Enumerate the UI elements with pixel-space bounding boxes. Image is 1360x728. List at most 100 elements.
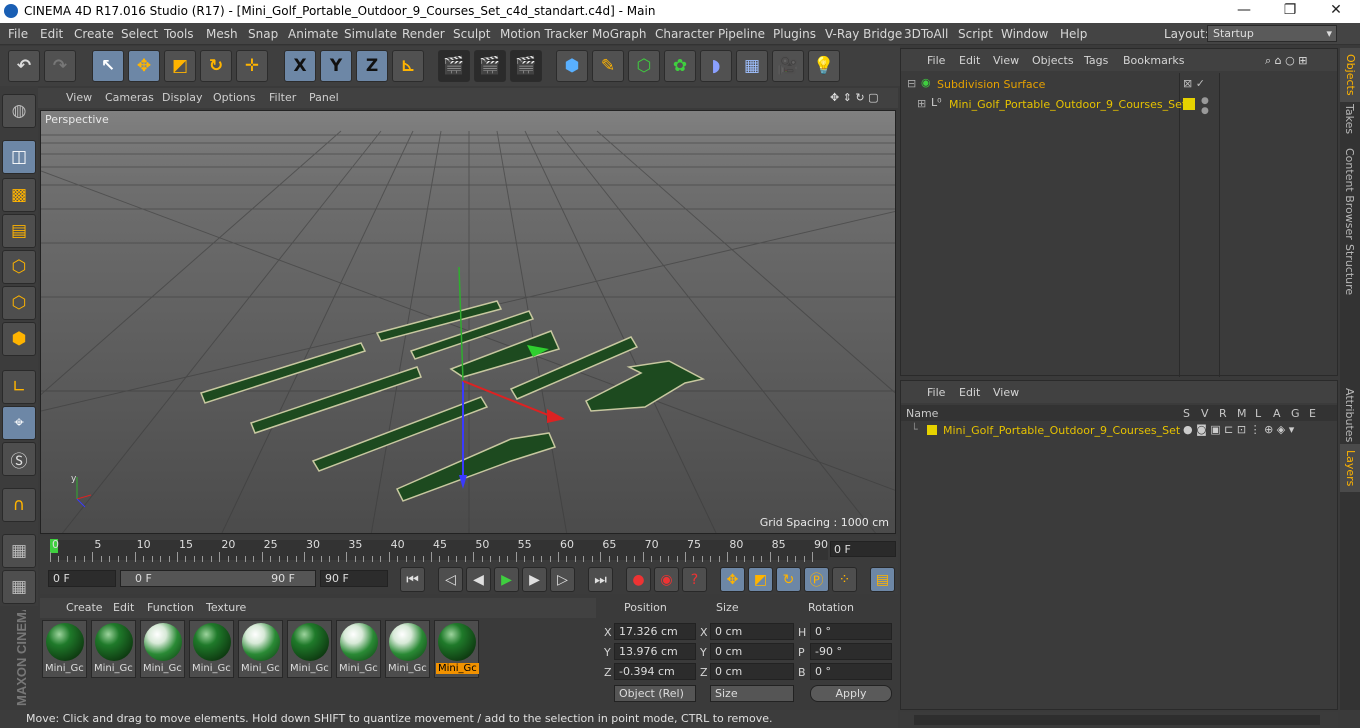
edges-mode-icon[interactable]: ⬡ (2, 286, 36, 320)
material-swatch[interactable]: Mini_Gc (42, 620, 87, 678)
material-swatch[interactable]: Mini_Gc (336, 620, 381, 678)
menu-vray-bridge[interactable]: V-Ray Bridge (825, 27, 902, 41)
tab-content-browser[interactable]: Content Browser (1343, 148, 1356, 240)
menu-simulate[interactable]: Simulate (344, 27, 397, 41)
timeline-ruler[interactable]: 0 5 10 15 20 25 30 35 40 45 50 55 60 65 70 75 80 85 90 (40, 536, 898, 564)
tweak-mode-icon[interactable]: ⌖ (2, 406, 36, 440)
live-selection-icon[interactable]: ↖ (92, 50, 124, 82)
menu-sculpt[interactable]: Sculpt (453, 27, 490, 41)
y-axis-button[interactable]: Y (320, 50, 352, 82)
vp-menu-options[interactable]: Options (213, 91, 255, 104)
current-frame-field[interactable]: 0 F (830, 541, 896, 557)
menu-window[interactable]: Window (1001, 27, 1048, 41)
layer-color-swatch[interactable] (1183, 98, 1195, 110)
menu-script[interactable]: Script (958, 27, 993, 41)
light-icon[interactable]: 💡 (808, 50, 840, 82)
tab-objects[interactable]: Objects (1340, 48, 1360, 102)
axis-mode-icon[interactable]: ∟ (2, 370, 36, 404)
perspective-viewport[interactable]: y Perspective Grid Spacing : 1000 cm (40, 110, 896, 534)
col-l[interactable]: L (1255, 407, 1261, 420)
solo-icon[interactable]: Ⓢ (2, 442, 36, 476)
camera-icon[interactable]: 🎥 (772, 50, 804, 82)
tab-attributes[interactable]: Attributes (1343, 388, 1356, 442)
obj-menu-bookmarks[interactable]: Bookmarks (1123, 54, 1184, 67)
render-view-icon[interactable]: 🎬 (438, 50, 470, 82)
undo-icon[interactable]: ↶ (8, 50, 40, 82)
deformer-icon[interactable]: ◗ (700, 50, 732, 82)
pen-spline-icon[interactable]: ✎ (592, 50, 624, 82)
preview-range-slider[interactable]: 0 F 90 F (120, 570, 316, 587)
layer-color-swatch[interactable] (927, 425, 937, 435)
menu-mograph[interactable]: MoGraph (592, 27, 647, 41)
goto-end-icon[interactable]: ⏭ (588, 567, 613, 592)
col-g[interactable]: G (1291, 407, 1300, 420)
menu-render[interactable]: Render (402, 27, 445, 41)
cube-icon[interactable]: ⬢ (556, 50, 588, 82)
timeline-window-icon[interactable]: ▤ (870, 567, 895, 592)
keyframe-selection-icon[interactable]: ? (682, 567, 707, 592)
next-frame-icon[interactable]: ▶ (522, 567, 547, 592)
visibility-dots-icon[interactable]: ⊠ ✓ (1183, 77, 1205, 90)
texture-mode-icon[interactable]: ▩ (2, 178, 36, 212)
render-picture-viewer-icon[interactable]: 🎬 (474, 50, 506, 82)
viewport-nav-icons[interactable]: ✥ ⇕ ↻ ▢ (830, 91, 879, 104)
next-key-icon[interactable]: ▷ (550, 567, 575, 592)
key-rotation-icon[interactable]: ↻ (776, 567, 801, 592)
layout-select[interactable]: Startup ▾ (1207, 25, 1337, 42)
layer-menu-file[interactable]: File (927, 386, 945, 399)
x-axis-button[interactable]: X (284, 50, 316, 82)
menu-select[interactable]: Select (121, 27, 158, 41)
key-pla-icon[interactable]: ⁘ (832, 567, 857, 592)
menu-motion-tracker[interactable]: Motion Tracker (500, 27, 588, 41)
menu-mesh[interactable]: Mesh (206, 27, 238, 41)
menu-tools[interactable]: Tools (164, 27, 194, 41)
layer-toggle-icons[interactable]: ● ◙ ▣ ⊏ ⊡ ⋮ ⊕ ◈ ▾ (1183, 423, 1294, 436)
goto-start-icon[interactable]: ⏮ (400, 567, 425, 592)
scroll-track[interactable] (914, 715, 1320, 725)
layer-row[interactable]: └ Mini_Golf_Portable_Outdoor_9_Courses_S… (901, 422, 1337, 440)
snap-icon[interactable]: ∩ (2, 488, 36, 522)
pos-x-field[interactable]: 17.326 cm (614, 623, 696, 640)
horizontal-scrollbar[interactable] (900, 712, 1338, 728)
size-z-field[interactable]: 0 cm (710, 663, 794, 680)
end-frame-field[interactable]: 90 F (320, 570, 388, 587)
model-mode-icon[interactable]: ◫ (2, 140, 36, 174)
col-m[interactable]: M (1237, 407, 1247, 420)
obj-search-icon[interactable]: ⌕ ⌂ ○ ⊞ (1265, 54, 1307, 68)
tab-layers[interactable]: Layers (1340, 444, 1360, 493)
menu-plugins[interactable]: Plugins (773, 27, 816, 41)
menu-edit[interactable]: Edit (40, 27, 63, 41)
material-swatch[interactable]: Mini_Gc (238, 620, 283, 678)
material-swatch[interactable]: Mini_Gc (385, 620, 430, 678)
size-x-field[interactable]: 0 cm (710, 623, 794, 640)
recent-tool-icon[interactable]: ✛ (236, 50, 268, 82)
menu-help[interactable]: Help (1060, 27, 1087, 41)
menu-animate[interactable]: Animate (288, 27, 338, 41)
rot-h-field[interactable]: 0 ° (810, 623, 892, 640)
material-swatch[interactable]: Mini_Gc (140, 620, 185, 678)
autokey-icon[interactable]: ◉ (654, 567, 679, 592)
size-y-field[interactable]: 0 cm (710, 643, 794, 660)
locked-workplane-icon[interactable]: ▦ (2, 534, 36, 568)
pos-y-field[interactable]: 13.976 cm (614, 643, 696, 660)
redo-icon[interactable]: ↷ (44, 50, 76, 82)
tree-collapse-icon[interactable]: ⊟ (907, 77, 916, 90)
workplane-icon[interactable]: ▤ (2, 214, 36, 248)
object-row-subdivision[interactable]: ⊟ ◉ Subdivision Surface ⊠ ✓ (905, 76, 1339, 94)
material-swatch[interactable]: Mini_Gc (287, 620, 332, 678)
col-e[interactable]: E (1309, 407, 1316, 420)
maximize-button[interactable]: ❐ (1270, 2, 1310, 18)
menu-character[interactable]: Character (655, 27, 714, 41)
layer-menu-view[interactable]: View (993, 386, 1019, 399)
vp-menu-display[interactable]: Display (162, 91, 203, 104)
mat-menu-function[interactable]: Function (147, 601, 194, 614)
planar-workplane-icon[interactable]: ▦ (2, 570, 36, 604)
start-frame-field[interactable]: 0 F (48, 570, 116, 587)
rot-p-field[interactable]: -90 ° (810, 643, 892, 660)
play-icon[interactable]: ▶ (494, 567, 519, 592)
col-r[interactable]: R (1219, 407, 1227, 420)
menu-pipeline[interactable]: Pipeline (718, 27, 765, 41)
apply-button[interactable]: Apply (810, 685, 892, 702)
render-settings-icon[interactable]: 🎬 (510, 50, 542, 82)
polygons-mode-icon[interactable]: ⬢ (2, 322, 36, 356)
